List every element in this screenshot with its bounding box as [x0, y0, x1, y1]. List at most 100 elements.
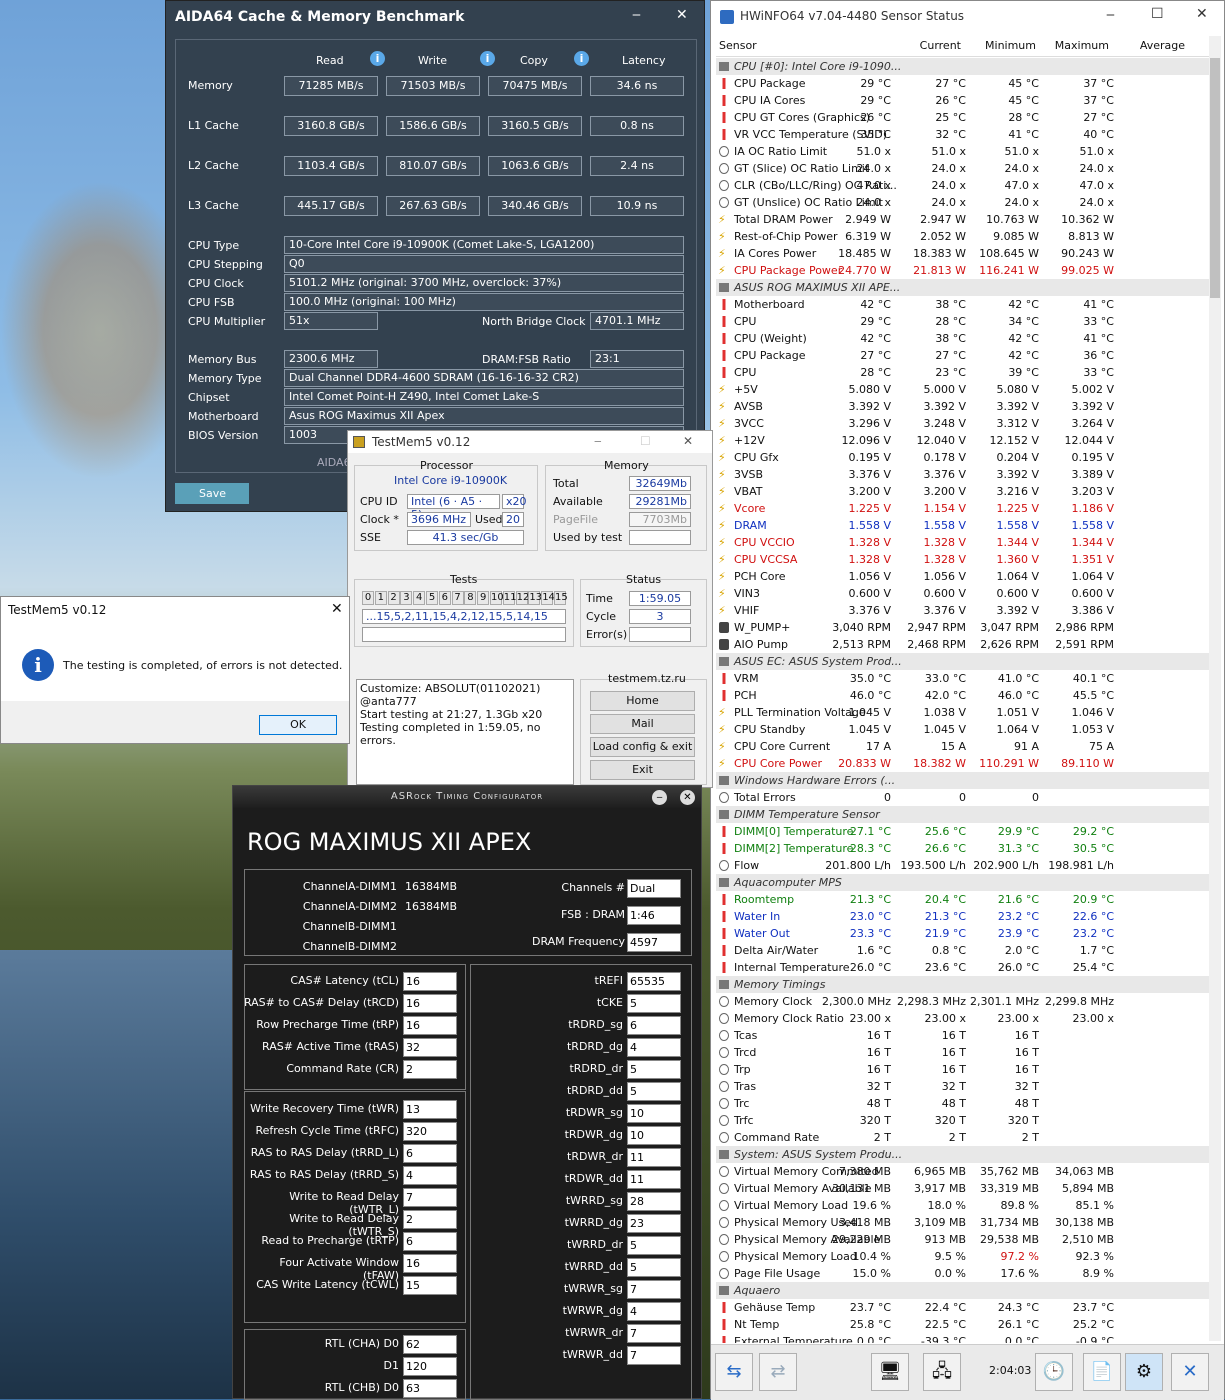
sensor-name: CPU Standby	[734, 723, 806, 736]
sensor-average: 0.600 V	[1071, 587, 1114, 600]
col-maximum[interactable]: Maximum	[1055, 39, 1109, 52]
close-button[interactable]: ✕	[683, 434, 693, 448]
mail-button[interactable]: Mail	[590, 714, 695, 734]
sensor-list[interactable]: CPU [#0]: Intel Core i9-1090... CPU Packa…	[716, 58, 1211, 1343]
load-config-exit-button[interactable]: Load config & exit	[590, 737, 695, 757]
timing-value: 5	[627, 1060, 681, 1079]
sensor-group-header[interactable]: Windows Hardware Errors (...	[716, 772, 1211, 789]
timing-value: 120	[403, 1357, 457, 1376]
col-minimum[interactable]: Minimum	[985, 39, 1036, 52]
col-current[interactable]: Current	[920, 39, 961, 52]
col-sensor[interactable]: Sensor	[719, 39, 757, 52]
sensor-row: Delta Air/Water 1.6 °C 0.8 °C 2.0 °C 1.7 °C	[716, 942, 1211, 959]
sensor-name: DIMM Temperature Sensor	[734, 808, 880, 821]
sensor-current: 23.0 °C	[849, 910, 891, 923]
bolt-icon: ⚡	[718, 485, 726, 498]
home-button[interactable]: Home	[590, 691, 695, 711]
bench-row-label: L3 Cache	[188, 199, 239, 212]
minimize-button[interactable]: ‒	[1106, 7, 1115, 23]
scrollbar[interactable]	[1209, 36, 1221, 1341]
sensor-minimum: 42.0 °C	[924, 689, 966, 702]
timing-value: 4	[403, 1166, 457, 1185]
sensor-group-header[interactable]: System: ASUS System Produ...	[716, 1146, 1211, 1163]
sensor-average: 29.2 °C	[1072, 825, 1114, 838]
sensor-group-header[interactable]: ASUS ROG MAXIMUS XII APE...	[716, 279, 1211, 296]
sensor-average: 24.0 x	[1079, 196, 1115, 209]
sensor-current: 29 °C	[860, 315, 891, 328]
info-icon[interactable]: i	[566, 51, 589, 66]
sensor-group-header[interactable]: ASUS EC: ASUS System Prod...	[716, 653, 1211, 670]
timing-value: 6	[627, 1016, 681, 1035]
minimize-button[interactable]: ‒	[594, 434, 602, 448]
bolt-icon: ⚡	[718, 757, 726, 770]
used-field: 20	[502, 512, 524, 527]
bench-value-copy: 1063.6 GB/s	[488, 156, 582, 176]
sensor-current: 3.376 V	[848, 604, 891, 617]
sensor-current: 1.045 V	[848, 706, 891, 719]
sensor-maximum: 17.6 %	[1000, 1267, 1039, 1280]
settings-gear-icon[interactable]: ⚙	[1125, 1353, 1163, 1391]
sensor-average: 3.264 V	[1071, 417, 1114, 430]
sensor-row: Command Rate 2 T2 T2 T	[716, 1129, 1211, 1146]
close-button[interactable]: ✕	[1196, 6, 1208, 22]
log-textarea[interactable]: Customize: ABSOLUT(01102021) @anta777 St…	[356, 679, 574, 785]
arrows-collapse-icon[interactable]: ⇄	[759, 1353, 797, 1391]
clock-icon[interactable]: 🕒	[1035, 1353, 1073, 1391]
ok-button[interactable]: OK	[259, 715, 337, 735]
sensor-average: 40.1 °C	[1072, 672, 1114, 685]
sensor-name: 3VSB	[734, 468, 764, 481]
sensor-group-header[interactable]: Aquacomputer MPS	[716, 874, 1211, 891]
sensor-group-header[interactable]: DIMM Temperature Sensor	[716, 806, 1211, 823]
clock-icon	[719, 1081, 729, 1092]
minimize-icon[interactable]: ‒	[652, 790, 667, 805]
sensor-minimum: 3.376 V	[923, 468, 966, 481]
sensor-maximum: 23.2 °C	[997, 910, 1039, 923]
sensor-group-header[interactable]: Aquaero	[716, 1282, 1211, 1299]
info-icon[interactable]: i	[362, 51, 385, 66]
info-icon[interactable]: i	[472, 51, 495, 66]
sensor-minimum: 5.000 V	[923, 383, 966, 396]
cpuid-label: CPU ID	[360, 495, 398, 508]
sensor-group-header[interactable]: Memory Timings	[716, 976, 1211, 993]
close-button[interactable]: ✕	[676, 7, 688, 23]
sensor-minimum: 33.0 °C	[924, 672, 966, 685]
sensor-name: Trp	[734, 1063, 751, 1076]
timing-label: tWRRD_dd	[564, 1260, 623, 1273]
report-add-icon[interactable]: 📄	[1083, 1353, 1121, 1391]
scrollbar-thumb[interactable]	[1210, 58, 1220, 298]
close-x-icon[interactable]: ✕	[1171, 1353, 1209, 1391]
sensor-average: 1.344 V	[1071, 536, 1114, 549]
clock-icon	[719, 1115, 729, 1126]
clock-field: 3696 MHz	[407, 512, 471, 527]
sensor-row: Trfc 320 T 320 T 320 T	[716, 1112, 1211, 1129]
arrows-left-right-icon[interactable]: ⇆	[715, 1353, 753, 1391]
sensor-current: 19.6 %	[852, 1199, 891, 1212]
sensor-maximum: 39 °C	[1008, 366, 1039, 379]
monitor-search-icon[interactable]: 🖥	[871, 1353, 909, 1391]
maximize-button[interactable]: ☐	[1151, 6, 1164, 22]
bench-value-read: 71285 MB/s	[284, 76, 378, 96]
sensor-current: 3,418 MB	[838, 1216, 891, 1229]
sensor-maximum: 0.0 °C	[1004, 1335, 1039, 1343]
sensor-name: Aquacomputer MPS	[734, 876, 842, 889]
sensor-minimum: 22.5 °C	[924, 1318, 966, 1331]
dimm-slot-label: ChannelB-DIMM2	[302, 940, 397, 953]
save-button[interactable]: Save	[175, 483, 249, 504]
sensor-average: 23.2 °C	[1072, 927, 1114, 940]
sensor-minimum: 21.9 °C	[924, 927, 966, 940]
sensor-group-header[interactable]: CPU [#0]: Intel Core i9-1090...	[716, 58, 1211, 75]
close-icon[interactable]: ✕	[680, 790, 695, 805]
exit-button[interactable]: Exit	[590, 760, 695, 780]
thermometer-icon	[719, 690, 729, 701]
close-button[interactable]: ✕	[331, 601, 343, 617]
sensor-current: 21.3 °C	[849, 893, 891, 906]
minimize-button[interactable]: ‒	[632, 7, 641, 23]
sensor-average: 1.186 V	[1071, 502, 1114, 515]
sensor-average: 99.025 W	[1061, 264, 1114, 277]
col-average[interactable]: Average	[1140, 39, 1185, 52]
sensor-current: 28.3 °C	[849, 842, 891, 855]
timing-value: 7	[627, 1280, 681, 1299]
sensor-name: Motherboard	[734, 298, 805, 311]
network-icon[interactable]: 🖧	[923, 1353, 961, 1391]
sensor-average: 0.195 V	[1071, 451, 1114, 464]
